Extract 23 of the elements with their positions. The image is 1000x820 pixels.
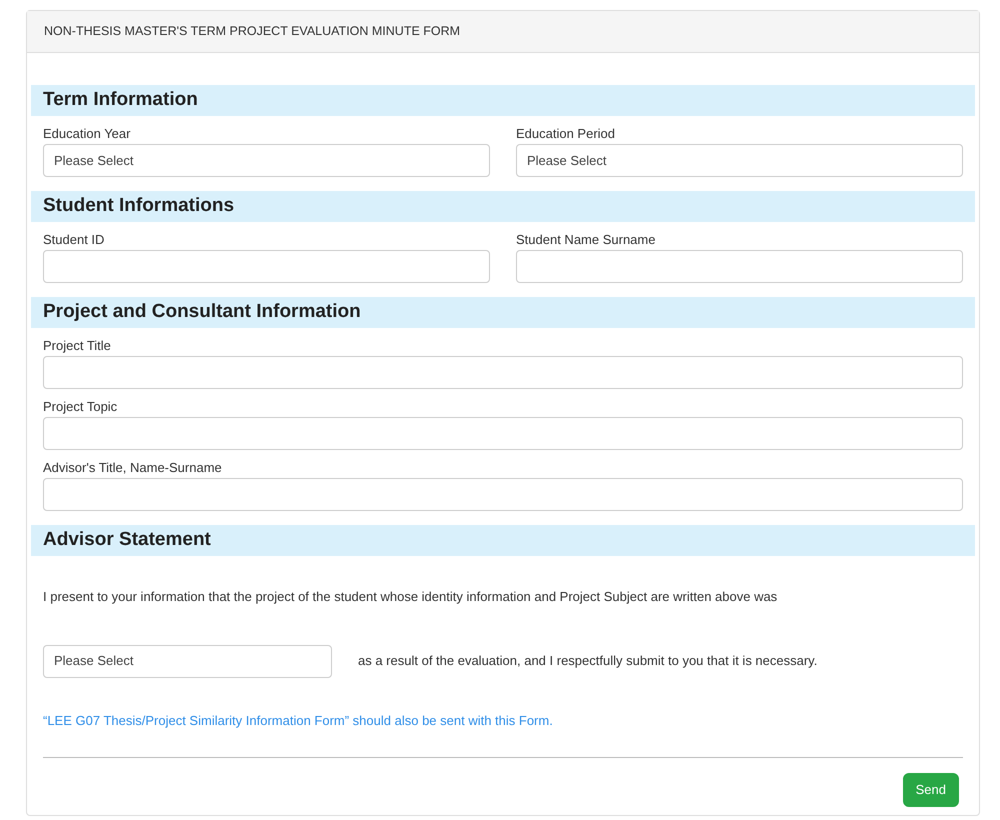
input-field[interactable] [516, 250, 963, 283]
input-field[interactable] [43, 417, 963, 450]
note-text: “LEE G07 Thesis/Project Similarity Information Form” should also be sent with this Form. [43, 712, 554, 730]
select-field[interactable]: Please Select [516, 144, 963, 177]
form-title: NON-THESIS MASTER'S TERM PROJECT EVALUATION MINUTE FORM [44, 23, 460, 40]
field-label: Student ID [43, 231, 106, 248]
select-field[interactable]: Please Select [43, 644, 332, 678]
section-heading: Advisor Statement [31, 525, 975, 556]
section-heading: Project and Consultant Information [31, 297, 975, 328]
field-label: Education Year [43, 125, 132, 142]
select-field[interactable]: Please Select [43, 144, 490, 177]
input-field[interactable] [43, 356, 963, 389]
input-field[interactable] [43, 478, 963, 511]
section-heading: Term Information [31, 85, 975, 116]
field-label: Advisor's Title, Name-Surname [43, 459, 223, 476]
input-field[interactable] [43, 250, 490, 283]
statement-text: as a result of the evaluation, and I respectfully submit to you that it is necessary. [358, 652, 818, 670]
field-label: Project Title [43, 337, 112, 354]
section-heading: Student Informations [31, 191, 975, 222]
field-label: Education Period [516, 125, 616, 142]
field-label: Student Name Surname [516, 231, 656, 248]
statement-text: I present to your information that the project of the student whose identity information and Project Subject are written above was [43, 588, 778, 606]
field-label: Project Topic [43, 398, 118, 415]
